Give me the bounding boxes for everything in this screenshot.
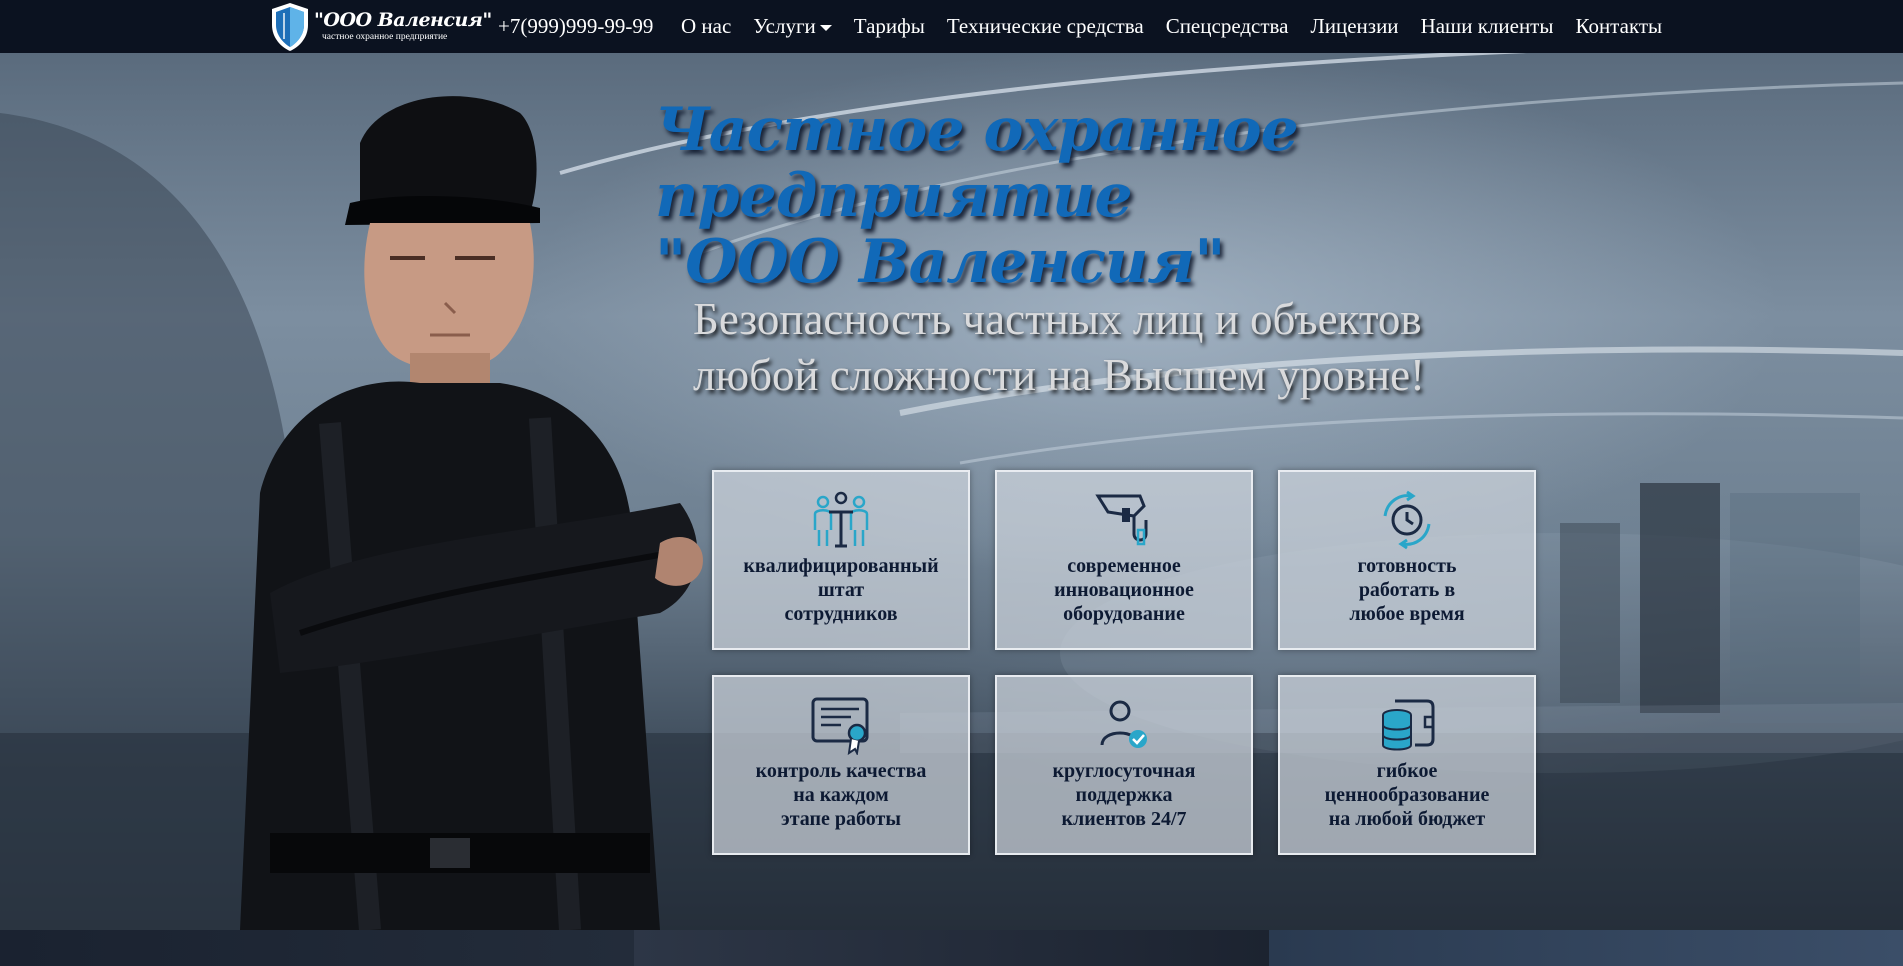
phone-link[interactable]: +7(999)999-99-99 <box>498 14 653 39</box>
feature-text: современное инновационное оборудование <box>1054 555 1194 625</box>
nav-item-contacts[interactable]: Контакты <box>1575 14 1662 39</box>
tagline-line-1: Безопасность частных лиц и объектов <box>693 294 1422 344</box>
top-navbar: "ООО Валенсия" частное охранное предприя… <box>0 0 1903 53</box>
feature-card-availability: готовность работать в любое время <box>1278 470 1536 650</box>
nav-item-label: Контакты <box>1575 14 1663 38</box>
preview-image-3 <box>1269 930 1903 966</box>
hero-section: Частное охранное предприятие "ООО Валенс… <box>0 53 1903 930</box>
preview-image-2 <box>634 930 1269 966</box>
user-check-icon <box>1100 700 1147 748</box>
feature-card-quality: контроль качества на каждом этапе работы <box>712 675 970 855</box>
next-section-preview <box>0 930 1903 966</box>
nav-menu: О нас Услуги Тарифы Технические средства… <box>681 0 1662 53</box>
brand-logo-link[interactable]: "ООО Валенсия" частное охранное предприя… <box>268 0 492 53</box>
feature-text: круглосуточная поддержка клиентов 24/7 <box>1052 760 1196 830</box>
hero-tagline: Безопасность частных лиц и объектов любо… <box>693 291 1593 403</box>
chevron-down-icon <box>819 24 832 31</box>
tagline-line-2: любой сложности на Высшем уровне! <box>693 350 1426 400</box>
preview-image-1 <box>0 930 634 966</box>
nav-item-clients[interactable]: Наши клиенты <box>1421 14 1554 39</box>
nav-item-technical-means[interactable]: Технические средства <box>947 14 1144 39</box>
staff-icon <box>813 491 869 548</box>
wallet-coins-icon <box>1382 699 1435 751</box>
nav-item-services[interactable]: Услуги <box>753 14 832 39</box>
nav-item-label: Услуги <box>753 14 816 38</box>
nav-item-label: Тарифы <box>853 14 925 38</box>
certificate-icon <box>811 697 869 755</box>
cctv-camera-icon <box>1095 494 1148 546</box>
shield-logo-icon <box>272 2 308 51</box>
nav-item-label: Спецсредства <box>1165 14 1289 38</box>
security-guard-photo <box>240 96 703 930</box>
feature-text: готовность работать в любое время <box>1349 555 1465 625</box>
nav-item-about[interactable]: О нас <box>681 14 731 39</box>
nav-item-label: Технические средства <box>946 14 1144 38</box>
nav-item-label: Лицензии <box>1310 14 1399 38</box>
headline-line-1: Частное охранное предприятие <box>655 95 1299 231</box>
brand-subtitle: частное охранное предприятие <box>322 31 448 42</box>
clock-refresh-icon <box>1383 490 1431 550</box>
feature-text: контроль качества на каждом этапе работы <box>755 760 927 830</box>
nav-item-tariffs[interactable]: Тарифы <box>854 14 925 39</box>
headline-line-2: "ООО Валенсия" <box>655 227 1226 297</box>
nav-item-label: О нас <box>681 14 732 38</box>
hero-headline: Частное охранное предприятие "ООО Валенс… <box>655 97 1605 295</box>
feature-text: квалифицированный штат сотрудников <box>743 555 939 625</box>
feature-card-support: круглосуточная поддержка клиентов 24/7 <box>995 675 1253 855</box>
feature-card-pricing: гибкое ценнообразование на любой бюджет <box>1278 675 1536 855</box>
nav-item-special-means[interactable]: Спецсредства <box>1166 14 1289 39</box>
nav-item-licenses[interactable]: Лицензии <box>1311 14 1399 39</box>
feature-text: гибкое ценнообразование на любой бюджет <box>1324 760 1490 830</box>
brand-name: "ООО Валенсия" <box>314 8 492 31</box>
feature-card-equipment: современное инновационное оборудование <box>995 470 1253 650</box>
feature-card-staff: квалифицированный штат сотрудников <box>712 470 970 650</box>
nav-item-label: Наши клиенты <box>1420 14 1554 38</box>
